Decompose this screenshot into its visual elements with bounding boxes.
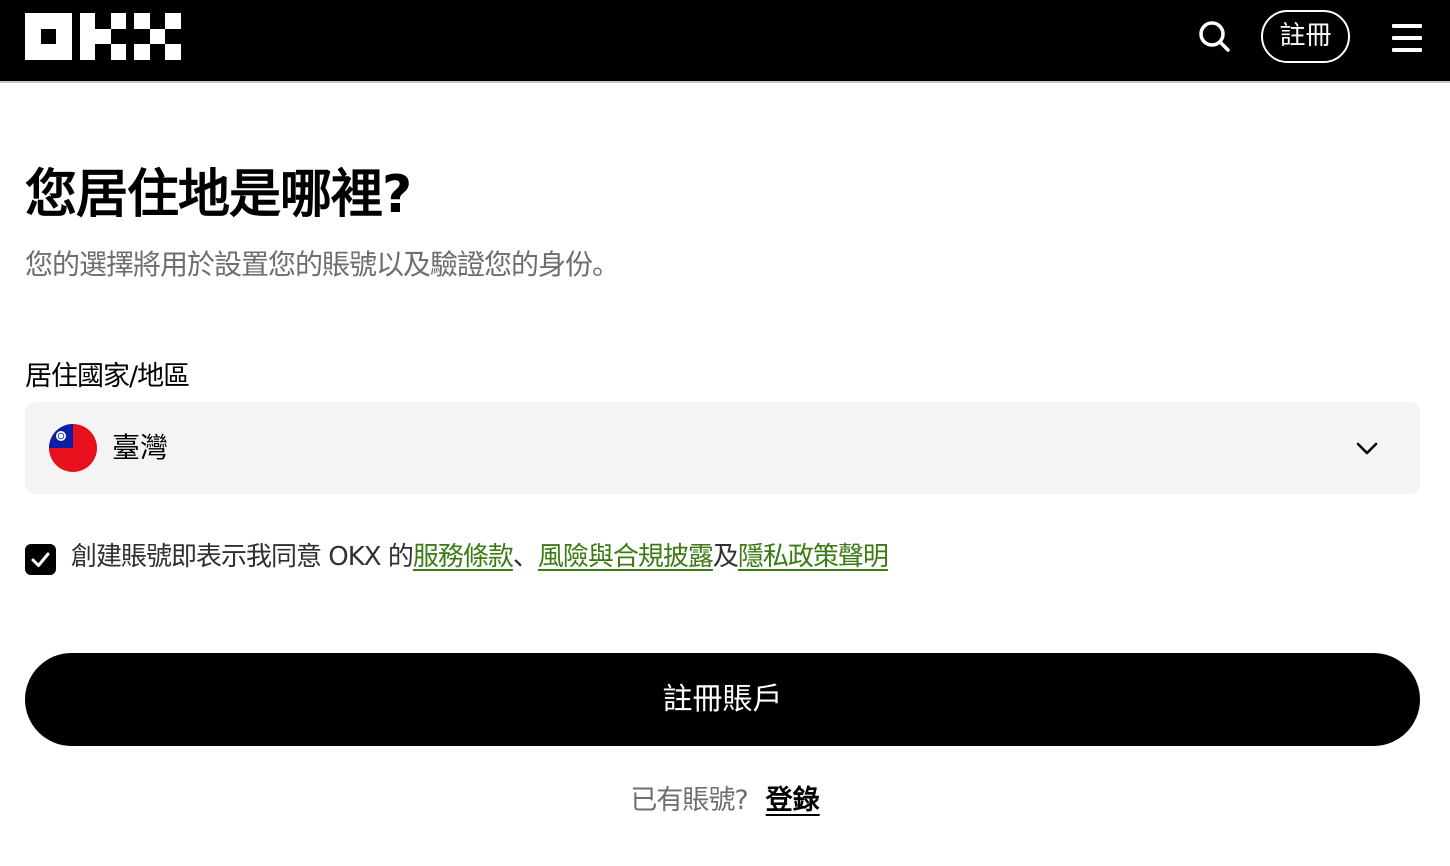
country-select[interactable]: 臺灣 [25,402,1420,494]
top-nav-bar: 註冊 [0,0,1450,83]
country-field-label: 居住國家/地區 [25,361,190,392]
hamburger-menu-icon-line [1392,48,1422,52]
login-link[interactable]: 登錄 [766,785,820,816]
page-subtitle: 您的選擇將用於設置您的賬號以及驗證您的身份。 [25,248,620,281]
page-title: 您居住地是哪裡? [25,165,412,225]
country-select-value: 臺灣 [112,431,169,464]
create-account-button[interactable]: 註冊賬戶 [25,653,1420,746]
agreement-conjunction: 及 [712,542,739,572]
terms-of-service-link[interactable]: 服務條款 [413,542,514,572]
okx-logo[interactable] [25,13,181,60]
taiwan-flag-icon [49,424,97,472]
agreement-prefix: 創建賬號即表示我同意 OKX 的 [71,542,414,572]
header-signup-button[interactable]: 註冊 [1261,10,1350,63]
risk-disclosure-link[interactable]: 風險與合規披露 [538,542,714,572]
agreement-separator: 、 [512,542,539,572]
hamburger-menu-icon [1392,24,1422,28]
search-button[interactable] [1196,18,1234,56]
login-prompt-text: 已有賬號? [630,785,748,816]
search-icon [1199,21,1230,52]
login-prompt-row: 已有賬號? 登錄 [0,782,1450,820]
agreement-checkbox[interactable] [25,544,56,575]
hamburger-menu-icon-line [1392,36,1422,40]
checkmark-icon [31,552,50,567]
agreement-text: 創建賬號即表示我同意 OKX 的服務條款、風險與合規披露及隱私政策聲明 [71,538,889,576]
privacy-policy-link[interactable]: 隱私政策聲明 [738,542,889,572]
menu-button[interactable] [1392,24,1422,52]
chevron-down-icon [1356,442,1378,455]
